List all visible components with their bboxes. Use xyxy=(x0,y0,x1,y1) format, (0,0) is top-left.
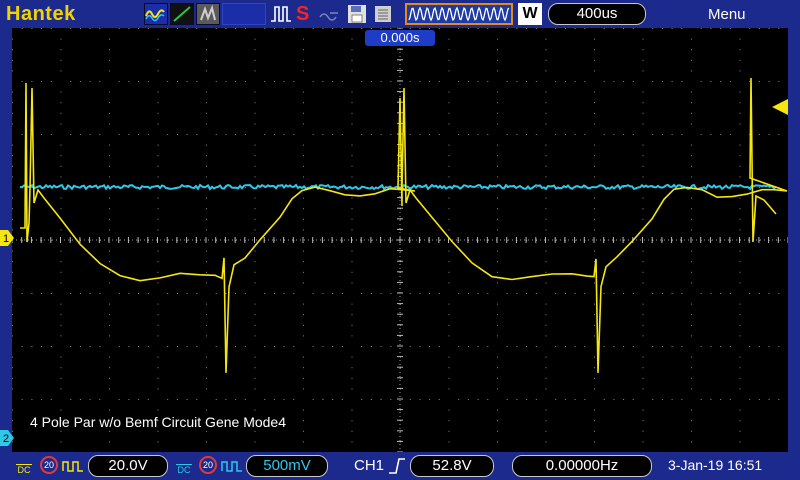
channel-2-level-marker[interactable]: 2 xyxy=(0,430,14,450)
run-stop-status[interactable]: S xyxy=(296,3,309,25)
print-icon[interactable] xyxy=(372,3,394,25)
trigger-source[interactable]: CH1 xyxy=(354,457,384,474)
trigger-level-value[interactable]: 52.8V xyxy=(410,455,494,477)
pulse-trigger-icon[interactable] xyxy=(270,3,292,25)
top-status-bar xyxy=(0,0,800,28)
waveform-caption: 4 Pole Par w/o Bemf Circuit Gene Mode4 xyxy=(30,414,287,430)
brand-logo: Hantek xyxy=(6,3,76,25)
svg-text:2: 2 xyxy=(3,433,9,445)
waveform-memory-overview[interactable] xyxy=(405,3,513,25)
ch1-coupling[interactable]: DC xyxy=(16,455,32,477)
timebase-mode-indicator: W xyxy=(518,3,542,25)
ch2-volts-per-div[interactable]: 500mV xyxy=(246,455,328,477)
trigger-level-marker[interactable] xyxy=(772,99,788,119)
date-time: 3-Jan-19 16:51 xyxy=(668,457,763,473)
graticule xyxy=(12,28,788,452)
channel-1-level-marker[interactable]: 1 xyxy=(0,230,14,250)
frequency-counter: 0.00000Hz xyxy=(512,455,652,477)
blank-status-box xyxy=(222,3,266,25)
waveform-display[interactable] xyxy=(12,28,788,452)
vector-mode-icon[interactable] xyxy=(170,3,194,25)
ch1-wave-icon xyxy=(62,458,84,477)
ch2-coupling[interactable]: DC xyxy=(176,455,192,477)
save-disk-icon[interactable] xyxy=(346,3,368,25)
persistence-icon[interactable] xyxy=(196,3,220,25)
ch1-bandwidth-limit[interactable]: 20 xyxy=(40,456,58,474)
trigger-status-icon xyxy=(318,3,342,25)
ch2-wave-icon xyxy=(221,458,243,477)
ch2-bandwidth-limit[interactable]: 20 xyxy=(199,456,217,474)
timebase-value[interactable]: 400us xyxy=(548,3,646,25)
rising-edge-icon[interactable] xyxy=(388,456,406,480)
channel-1-trace xyxy=(20,77,788,373)
menu-button[interactable]: Menu xyxy=(708,6,746,23)
yellow-sine-wave-icon[interactable] xyxy=(144,3,168,25)
trigger-time-offset: 0.000s xyxy=(365,30,435,46)
svg-text:1: 1 xyxy=(3,233,9,245)
ch1-volts-per-div[interactable]: 20.0V xyxy=(88,455,168,477)
